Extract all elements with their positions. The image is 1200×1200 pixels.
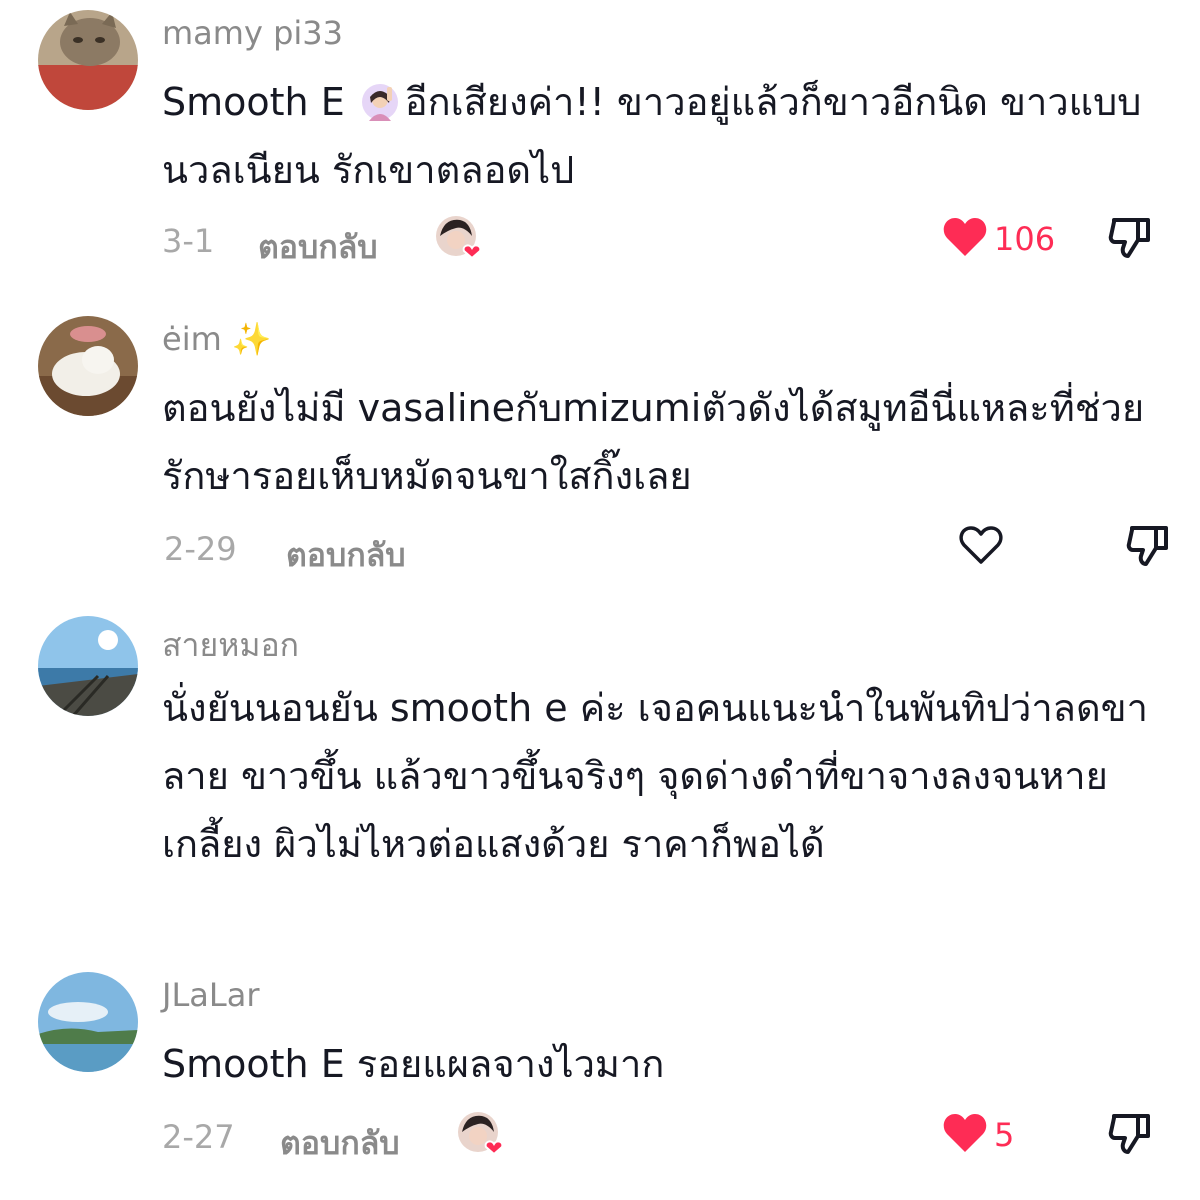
dislike-button[interactable] [1108, 1110, 1152, 1156]
reply-button[interactable]: ตอบกลับ [280, 1118, 400, 1169]
sparkles-icon: ✨ [231, 320, 272, 358]
dislike-button[interactable] [1126, 522, 1170, 568]
section-divider [0, 893, 1200, 963]
reply-button[interactable]: ตอบกลับ [286, 530, 406, 581]
heart-filled-icon [943, 1114, 987, 1152]
comment-text: ตอนยังไม่มี vasalineกับmizumiตัวดังได้สม… [162, 386, 1145, 498]
comment-text: นั่งยันนอนยัน smooth e ค่ะ เจอคนแนะนำในพ… [162, 686, 1148, 866]
username-text: ėim [162, 320, 222, 358]
comment-date: 2-29 [164, 530, 237, 568]
comment-text: Smooth E รอยแผลจางไวมาก [162, 1042, 665, 1086]
avatar[interactable] [38, 972, 138, 1072]
avatar[interactable] [38, 616, 138, 716]
comment-meta: 2-29 ตอบกลับ [162, 522, 1168, 574]
thumbs-down-icon [1108, 218, 1150, 258]
avatar[interactable] [38, 10, 138, 110]
heart-outline-icon [959, 526, 1003, 564]
person-raising-hand-icon [361, 74, 399, 121]
comment-text-part: Smooth E [162, 80, 357, 124]
creator-liked-icon [456, 1110, 504, 1156]
comment-meta: 3-1 ตอบกลับ 106 [162, 214, 1162, 266]
comment-username[interactable]: JLaLar [162, 976, 259, 1014]
creator-liked-icon [434, 214, 482, 260]
thumbs-down-icon [1126, 526, 1168, 566]
heart-filled-icon [943, 218, 987, 256]
comment-date: 3-1 [162, 222, 215, 260]
comment-username[interactable]: ėim ✨ [162, 320, 272, 358]
thumbs-down-icon [1108, 1114, 1150, 1154]
comment-date: 2-27 [162, 1118, 235, 1156]
like-button[interactable]: 106 [942, 216, 1055, 262]
like-count: 5 [994, 1116, 1015, 1154]
comment-text: Smooth E อีกเสียงค่า!! ขาวอยู่แล้วก็ขาวอ… [162, 68, 1162, 204]
avatar[interactable] [38, 316, 138, 416]
reply-button[interactable]: ตอบกลับ [258, 222, 378, 273]
dislike-button[interactable] [1108, 214, 1152, 260]
comment-username[interactable]: mamy pi33 [162, 14, 343, 52]
comment-meta: 2-27 ตอบกลับ 5 [162, 1110, 1162, 1162]
like-count: 106 [994, 220, 1056, 258]
comment-username[interactable]: สายหมอก [162, 620, 299, 671]
like-button[interactable] [958, 524, 1004, 570]
like-button[interactable]: 5 [942, 1112, 1014, 1158]
